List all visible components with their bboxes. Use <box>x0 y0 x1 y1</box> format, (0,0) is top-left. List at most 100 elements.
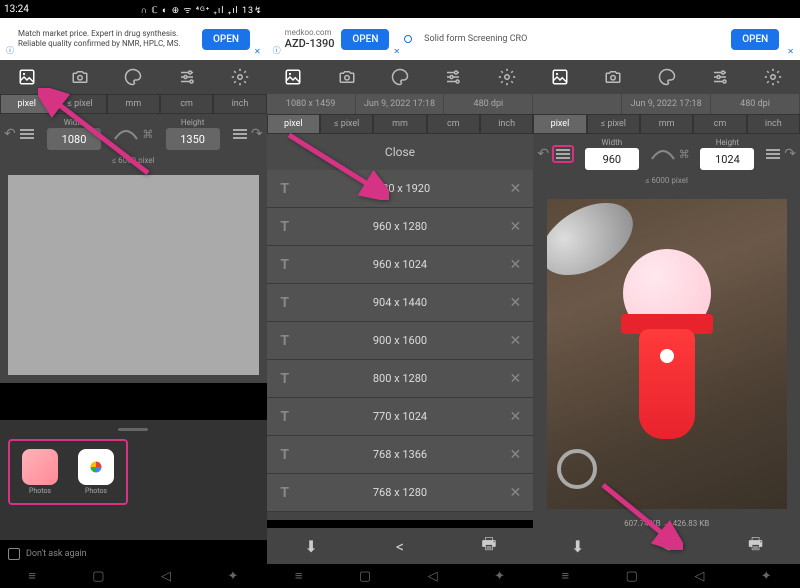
delete-icon[interactable]: ✕ <box>497 219 533 235</box>
delete-icon[interactable]: ✕ <box>497 257 533 273</box>
nav-home[interactable]: ▢ <box>92 569 104 584</box>
nav-back[interactable]: ◁ <box>161 569 171 584</box>
top-toolbar <box>267 60 534 94</box>
adjust-tab[interactable] <box>160 60 213 94</box>
nav-accessibility[interactable]: ✦ <box>227 569 238 584</box>
unit-pixel[interactable]: pixel <box>533 114 586 134</box>
menu-icon-right[interactable] <box>232 129 248 139</box>
menu-icon-right[interactable] <box>765 149 781 159</box>
screen-2: ⓘ medkoo.com AZD-1390 OPEN ✕ Solid form … <box>267 0 534 588</box>
unit-mm[interactable]: mm <box>640 114 693 134</box>
type-icon: T <box>267 257 303 273</box>
undo-icon[interactable]: ↶ <box>537 146 549 162</box>
info-dpi: 480 dpi <box>711 94 800 114</box>
size-row[interactable]: T768 x 1366✕ <box>267 436 534 474</box>
adjust-tab[interactable] <box>427 60 480 94</box>
type-icon: T <box>267 409 303 425</box>
ad-banner[interactable]: ⓘ Match market price. Expert in drug syn… <box>0 18 267 60</box>
width-input[interactable]: 960 <box>585 148 639 170</box>
nav-home[interactable]: ▢ <box>359 569 371 584</box>
download-button[interactable]: ⬇ <box>267 528 356 564</box>
delete-icon[interactable]: ✕ <box>497 333 533 349</box>
print-button[interactable]: 🖶 <box>711 528 800 564</box>
ad-close-icon[interactable]: ✕ <box>254 47 261 56</box>
info-date: Jun 9, 2022 17:18 <box>622 94 711 114</box>
ad-banner[interactable]: OPEN ✕ <box>533 18 800 60</box>
nav-back[interactable]: ◁ <box>694 569 704 584</box>
undo-icon[interactable]: ↶ <box>4 126 16 142</box>
nav-accessibility[interactable]: ✦ <box>761 569 772 584</box>
nav-menu[interactable]: ≡ <box>295 568 303 584</box>
size-row[interactable]: T800 x 1280✕ <box>267 360 534 398</box>
image-tab[interactable] <box>267 60 320 94</box>
size-row[interactable]: T900 x 1600✕ <box>267 322 534 360</box>
size-row[interactable]: T960 x 1280✕ <box>267 208 534 246</box>
delete-icon[interactable]: ✕ <box>497 409 533 425</box>
nav-home[interactable]: ▢ <box>626 569 638 584</box>
palette-tab[interactable] <box>373 60 426 94</box>
width-label: Width <box>577 138 647 147</box>
camera-tab[interactable] <box>587 60 640 94</box>
size-row[interactable]: T904 x 1440✕ <box>267 284 534 322</box>
share-button[interactable]: < <box>356 528 445 564</box>
unit-inch[interactable]: inch <box>480 114 533 134</box>
palette-tab[interactable] <box>640 60 693 94</box>
ad-open-button[interactable]: OPEN <box>731 29 779 50</box>
nav-back[interactable]: ◁ <box>428 569 438 584</box>
print-button[interactable]: 🖶 <box>444 528 533 564</box>
link-icon[interactable]: ⌘ <box>679 148 690 161</box>
redo-icon[interactable]: ↷ <box>251 126 263 142</box>
adjust-tab[interactable] <box>693 60 746 94</box>
checkbox[interactable] <box>8 548 20 560</box>
unit-maxpixel[interactable]: ≤ pixel <box>587 114 640 134</box>
menu-icon[interactable] <box>19 129 35 139</box>
swap-icon[interactable] <box>650 147 676 161</box>
nav-accessibility[interactable]: ✦ <box>494 569 505 584</box>
redo-icon[interactable]: ↷ <box>784 146 796 162</box>
delete-icon[interactable]: ✕ <box>497 371 533 387</box>
ad-close-icon[interactable]: ✕ <box>787 47 794 56</box>
size-row[interactable]: T960 x 1024✕ <box>267 246 534 284</box>
delete-icon[interactable]: ✕ <box>497 181 533 197</box>
menu-icon-highlighted[interactable] <box>552 145 574 163</box>
status-spacer <box>533 0 800 18</box>
bottom-bar: ⬇ < 🖶 <box>267 528 534 564</box>
ad-banner[interactable]: ⓘ medkoo.com AZD-1390 OPEN ✕ Solid form … <box>267 18 534 60</box>
ad-open-button[interactable]: OPEN <box>341 29 389 50</box>
type-icon: T <box>267 447 303 463</box>
delete-icon[interactable]: ✕ <box>497 447 533 463</box>
app-picker-overlay: Photos Photos <box>0 420 267 540</box>
status-bar: 13:24 ∩ ℂ ◐ ⊕ ᯤ ⁴ᴳ⁺ ₊ıl ₊ıl 13↯ <box>0 0 267 18</box>
ad-open-button[interactable]: OPEN <box>202 29 250 50</box>
delete-icon[interactable]: ✕ <box>497 485 533 501</box>
height-input[interactable]: 1024 <box>700 148 754 170</box>
dont-ask-row[interactable]: Don't ask again <box>8 548 87 560</box>
ad-close-icon[interactable]: ✕ <box>393 47 400 56</box>
unit-inch[interactable]: inch <box>213 94 266 114</box>
photos-app-2[interactable]: Photos <box>74 449 118 495</box>
size-row[interactable]: T768 x 1280✕ <box>267 474 534 512</box>
time: 13:24 <box>4 4 29 15</box>
height-label: Height <box>156 118 229 127</box>
settings-tab[interactable] <box>480 60 533 94</box>
info-dims <box>533 94 622 114</box>
size-row[interactable]: T770 x 1024✕ <box>267 398 534 436</box>
unit-cm[interactable]: cm <box>427 114 480 134</box>
nav-menu[interactable]: ≡ <box>28 568 36 584</box>
settings-tab[interactable] <box>213 60 266 94</box>
unit-cm[interactable]: cm <box>693 114 746 134</box>
delete-icon[interactable]: ✕ <box>497 295 533 311</box>
unit-inch[interactable]: inch <box>747 114 800 134</box>
drag-handle[interactable] <box>118 428 148 431</box>
unit-cm[interactable]: cm <box>160 94 213 114</box>
image-tab[interactable] <box>533 60 586 94</box>
nav-menu[interactable]: ≡ <box>562 568 570 584</box>
unit-bar: pixel ≤ pixel mm cm inch <box>533 114 800 134</box>
settings-tab[interactable] <box>747 60 800 94</box>
camera-tab[interactable] <box>320 60 373 94</box>
ad-site: medkoo.com <box>285 28 338 37</box>
height-input[interactable]: 1350 <box>166 128 220 150</box>
photos-app-1[interactable]: Photos <box>18 449 62 495</box>
type-icon: T <box>267 295 303 311</box>
keyring <box>557 449 597 489</box>
